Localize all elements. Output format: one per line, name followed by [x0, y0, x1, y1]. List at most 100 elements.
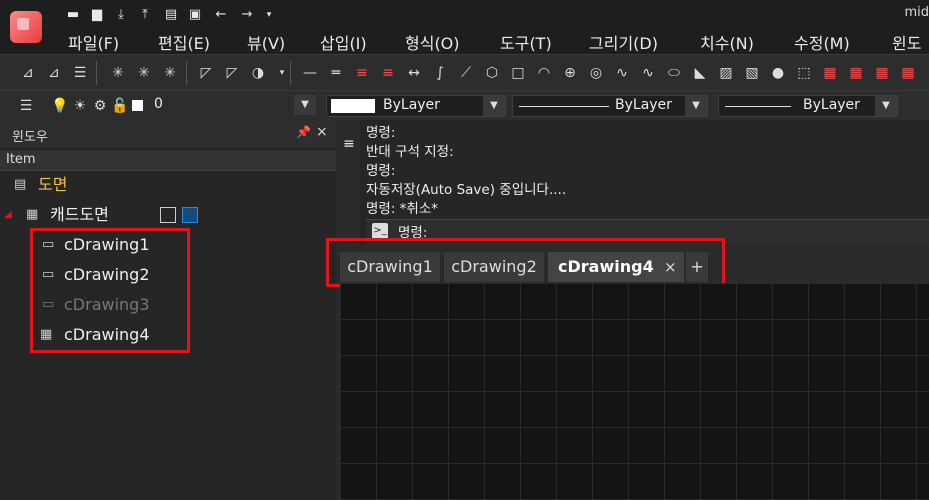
zoom-extent-icon[interactable]: ◸	[222, 55, 242, 91]
menu-view[interactable]: 뷰(V)	[247, 30, 285, 54]
layer-lock-icon[interactable]: 🔓	[110, 91, 130, 121]
multiline-icon[interactable]: ≡	[352, 55, 372, 91]
column-header[interactable]: Item	[0, 150, 336, 171]
circle-center-icon[interactable]: ⊕	[560, 55, 580, 91]
menu-insert[interactable]: 삽입(I)	[320, 30, 367, 54]
chevron-down-icon[interactable]: ▼	[294, 95, 316, 115]
layer-manager-icon[interactable]: ☰	[16, 91, 36, 121]
hatch-edit-icon[interactable]: ▧	[742, 55, 762, 91]
tree-node-cad[interactable]: ◢ ▦ 캐드도면	[0, 200, 336, 230]
command-window: ≡ 명령: 반대 구석 지정: 명령: 자동저장(Auto Save) 중입니다…	[336, 120, 929, 245]
double-line-icon[interactable]: ═	[326, 55, 346, 91]
menu-dimension[interactable]: 치수(N)	[700, 30, 754, 54]
color-value: ByLayer	[383, 97, 440, 113]
menu-draw[interactable]: 그리기(D)	[589, 30, 658, 54]
menu-format[interactable]: 형식(O)	[405, 30, 460, 54]
terminal-icon: >_	[372, 223, 388, 239]
boundary-icon[interactable]: ⬚	[794, 55, 814, 91]
properties-toolbar: ☰ 💡 ☀ ⚙ 🔓 0 ▼ ByLayer ▼ ByLayer ▼ ByLaye…	[0, 90, 929, 121]
hatch-icon[interactable]: ▨	[716, 55, 736, 91]
tree-cad-label: 캐드도면	[50, 205, 109, 224]
separator	[290, 61, 291, 85]
insert-block-icon[interactable]: ▦	[846, 55, 866, 91]
drawing-canvas[interactable]	[340, 283, 929, 500]
command-sidebar: ≡	[336, 120, 360, 245]
linetype-preview	[519, 106, 609, 107]
app-logo-icon[interactable]	[10, 11, 42, 43]
line-icon[interactable]: —	[300, 55, 320, 91]
layer-on-icon[interactable]: 💡	[50, 91, 70, 121]
tree-node-root[interactable]: ▤ 도면	[0, 170, 336, 200]
layer-freeze-icon[interactable]: ☀	[70, 91, 90, 121]
command-line: 자동저장(Auto Save) 중입니다....	[366, 182, 567, 198]
spline-icon[interactable]: ∫	[430, 55, 450, 91]
chevron-down-icon[interactable]: ▼	[483, 96, 505, 116]
lineweight-preview	[725, 106, 791, 107]
freehand-icon[interactable]: ∿	[612, 55, 632, 91]
zoom-window-icon[interactable]: ◸	[196, 55, 216, 91]
menu-file[interactable]: 파일(F)	[68, 30, 119, 54]
block-icon[interactable]: ▦	[820, 55, 840, 91]
toolbar-overflow-icon[interactable]: ▾	[272, 55, 292, 91]
menu-modify[interactable]: 수정(M)	[794, 30, 850, 54]
command-menu-icon[interactable]: ≡	[343, 136, 355, 152]
save-icon[interactable]: ⤓	[112, 7, 130, 23]
snap-settings-icon[interactable]: ✳	[160, 55, 180, 91]
chevron-down-icon[interactable]: ▼	[875, 96, 897, 116]
rectangle-icon[interactable]: □	[508, 55, 528, 91]
lineweight-dropdown[interactable]: ByLayer ▼	[718, 95, 898, 117]
snap-icon[interactable]: ✳	[108, 55, 128, 91]
write-block-icon[interactable]: ▦	[872, 55, 892, 91]
layer-dropdown[interactable]: 0 ▼	[148, 95, 316, 117]
new-file-icon[interactable]: ▬	[64, 7, 82, 23]
open-folder-icon[interactable]: ▆	[88, 7, 106, 23]
layer-viewport-icon[interactable]: ⚙	[90, 91, 110, 121]
chevron-down-icon[interactable]: ▼	[685, 96, 707, 116]
highlight-box-tabs	[326, 238, 725, 287]
export-icon[interactable]: ▣	[186, 7, 204, 23]
donut-icon[interactable]: ◎	[586, 55, 606, 91]
polygon-icon[interactable]: ⬡	[482, 55, 502, 91]
dimension-line-icon[interactable]: ↔	[404, 55, 424, 91]
pin-icon[interactable]: 📌	[296, 125, 311, 139]
tree-root-label: 도면	[38, 175, 68, 194]
attribute-icon[interactable]: ▦	[898, 55, 918, 91]
drawing-root-icon: ▤	[14, 177, 27, 192]
dim-style-icon[interactable]: ☰	[70, 55, 90, 91]
snap-grid-icon[interactable]: ✳	[134, 55, 154, 91]
polyline-icon[interactable]: ⟋	[456, 55, 476, 91]
menu-edit[interactable]: 편집(E)	[158, 30, 210, 54]
menu-window[interactable]: 윈도	[892, 30, 921, 54]
solid-fill-icon[interactable]: ◣	[690, 55, 710, 91]
arc-icon[interactable]: ◠	[534, 55, 554, 91]
app-title: mid	[904, 5, 929, 20]
tile-window-icon[interactable]	[160, 207, 176, 223]
curve-edit-icon[interactable]: ∿	[638, 55, 658, 91]
customize-icon[interactable]: ▾	[260, 7, 278, 23]
linetype-dropdown[interactable]: ByLayer ▼	[512, 95, 708, 117]
draw-toolbar: ⊿ ⊿ ☰ ✳ ✳ ✳ ◸ ◸ ◑ ▾ — ═ ≡ ≡ ↔ ∫ ⟋ ⬡ □ ◠ …	[0, 54, 929, 91]
color-dropdown[interactable]: ByLayer ▼	[326, 95, 506, 117]
command-line: 명령:	[366, 163, 396, 179]
parallel-line-icon[interactable]: ≡	[378, 55, 398, 91]
print-icon[interactable]: ▤	[162, 7, 180, 23]
dim-linear-icon[interactable]: ⊿	[18, 55, 38, 91]
color-swatch	[331, 99, 375, 113]
layer-color-swatch	[132, 100, 143, 111]
pan-icon[interactable]: ◑	[248, 55, 268, 91]
region-icon[interactable]: ●	[768, 55, 788, 91]
panel-header: 윈도우 📌 ×	[0, 120, 336, 148]
dim-aligned-icon[interactable]: ⊿	[44, 55, 64, 91]
separator	[96, 61, 97, 85]
close-icon[interactable]: ×	[316, 124, 328, 140]
expand-arrow-icon[interactable]: ◢	[4, 200, 12, 230]
ellipse-icon[interactable]: ⬭	[664, 55, 684, 91]
highlight-box-tree	[30, 228, 190, 353]
redo-icon[interactable]: →	[238, 7, 256, 23]
undo-icon[interactable]: ←	[212, 7, 230, 23]
separator	[186, 61, 187, 85]
save-as-icon[interactable]: ⤒	[136, 7, 154, 23]
cascade-window-icon[interactable]	[182, 207, 198, 223]
lineweight-value: ByLayer	[803, 97, 860, 113]
menu-tools[interactable]: 도구(T)	[500, 30, 552, 54]
